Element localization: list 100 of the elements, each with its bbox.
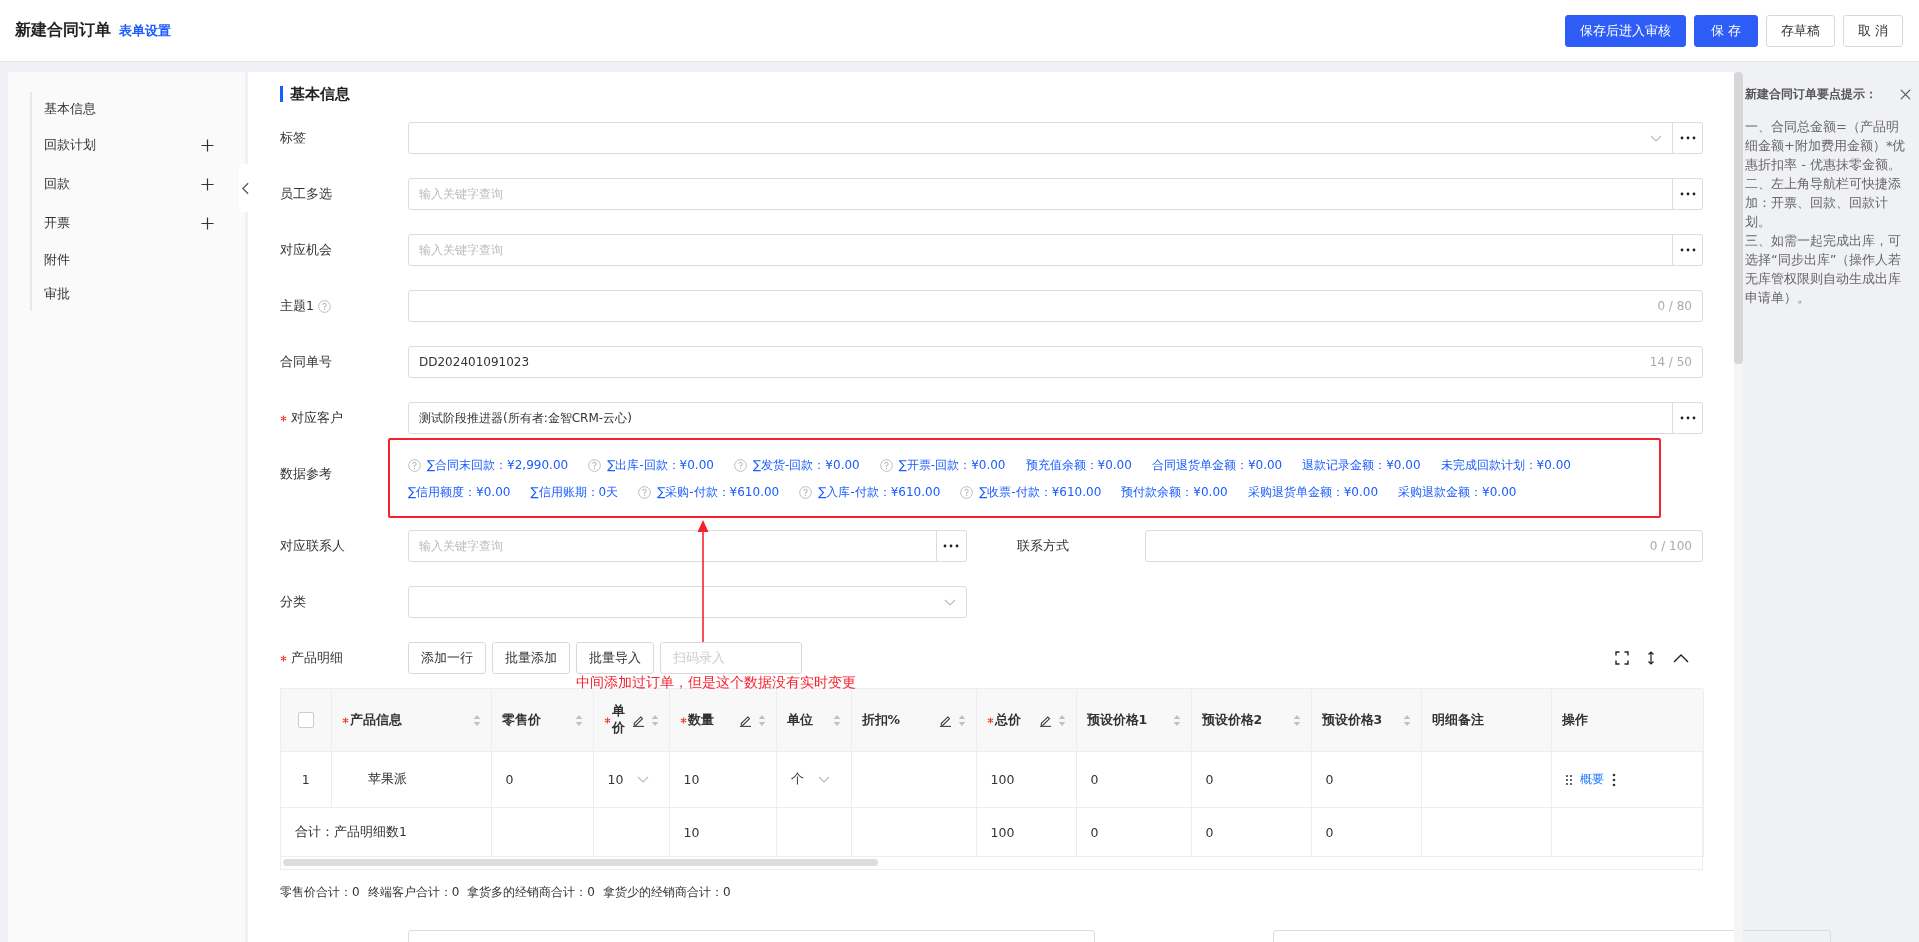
- field-label: 对应机会: [280, 241, 332, 259]
- row-height-icon[interactable]: [1647, 651, 1655, 665]
- column-header: 操作: [1561, 711, 1588, 729]
- summary-total: 终端客户合计：0: [367, 884, 460, 901]
- reference-value: 预付款余额：¥0.00: [1121, 484, 1228, 501]
- toolbar-button[interactable]: 保 存: [1693, 14, 1758, 47]
- nav-item[interactable]: 回款: [44, 176, 70, 193]
- reference-value: ∑信用账期：0天: [530, 484, 619, 501]
- section-title: 基本信息: [280, 86, 1703, 102]
- column-header: 预设价格3: [1321, 711, 1383, 729]
- total-label: 合计：产品明细数1: [295, 823, 407, 839]
- field-label: 联系方式: [1016, 537, 1069, 555]
- more-vertical-icon[interactable]: [1611, 772, 1616, 787]
- table-action-button[interactable]: 批量添加: [492, 642, 570, 674]
- column-header: 总价: [994, 711, 1021, 729]
- more-button[interactable]: [1673, 178, 1703, 210]
- nav-item[interactable]: 开票: [44, 215, 70, 232]
- table-cell: 100: [990, 772, 1015, 787]
- table-cell: 0: [1205, 824, 1214, 840]
- column-header: 预设价格1: [1086, 711, 1148, 729]
- cell-select[interactable]: 10: [607, 772, 655, 787]
- more-button[interactable]: [1673, 234, 1703, 266]
- annotation-text: 中间添加过订单，但是这个数据没有实时变更: [576, 675, 856, 689]
- checkbox[interactable]: [297, 712, 314, 729]
- table-cell: 0: [1325, 824, 1334, 840]
- close-icon[interactable]: [1900, 89, 1911, 100]
- toolbar-button[interactable]: 保存后进入审核: [1564, 14, 1686, 47]
- add-icon[interactable]: [201, 217, 214, 230]
- nav-item[interactable]: 审批: [44, 285, 70, 303]
- add-icon[interactable]: [201, 178, 214, 191]
- select-field[interactable]: [408, 586, 967, 618]
- text-field[interactable]: DD202401091023 14 / 50: [408, 346, 1703, 378]
- scrollbar[interactable]: [1734, 72, 1743, 364]
- sort-icon[interactable]: [832, 713, 841, 727]
- more-icon: [943, 544, 959, 548]
- reference-value: ∑收票-付款：¥610.00: [979, 484, 1102, 501]
- edit-icon[interactable]: [938, 713, 952, 727]
- chevron-down-icon: [1650, 134, 1662, 142]
- add-icon[interactable]: [201, 139, 214, 152]
- character-counter: 0 / 100: [1649, 539, 1692, 553]
- drag-handle-icon[interactable]: [1565, 774, 1572, 785]
- sort-icon[interactable]: [757, 713, 766, 727]
- more-icon: [1679, 136, 1696, 140]
- edit-icon[interactable]: [631, 713, 645, 727]
- sort-icon[interactable]: [472, 713, 481, 727]
- sort-icon[interactable]: [574, 713, 583, 727]
- chevron-down-icon: [637, 776, 650, 783]
- toolbar-button[interactable]: 存草稿: [1765, 14, 1835, 47]
- reference-value: 采购退货单金额：¥0.00: [1247, 484, 1379, 501]
- sort-icon[interactable]: [957, 713, 966, 727]
- sort-icon[interactable]: [650, 713, 659, 727]
- column-header: 单价: [611, 703, 626, 737]
- column-header: 折扣%: [861, 711, 901, 729]
- reference-value: ∑开票-回款：¥0.00: [898, 457, 1006, 474]
- nav-item[interactable]: 附件: [44, 251, 70, 269]
- field-label: 主题1: [280, 297, 314, 315]
- cell-select[interactable]: 个: [790, 771, 837, 788]
- field-label: 合同单号: [280, 353, 332, 371]
- column-header: 明细备注: [1431, 711, 1484, 729]
- sort-icon[interactable]: [1292, 713, 1301, 727]
- fullscreen-icon[interactable]: [1615, 651, 1629, 665]
- sort-icon[interactable]: [1172, 713, 1181, 727]
- more-icon: [1679, 248, 1696, 252]
- column-header: 预设价格2: [1201, 711, 1263, 729]
- character-counter: 14 / 50: [1649, 355, 1692, 369]
- edit-icon[interactable]: [738, 713, 752, 727]
- table-cell: 0: [1205, 772, 1214, 787]
- nav-item[interactable]: 回款计划: [44, 137, 96, 154]
- sort-icon[interactable]: [1057, 713, 1066, 727]
- summary-total: 拿货少的经销商合计：0: [602, 884, 731, 901]
- table-cell: 0: [1325, 772, 1334, 787]
- chevron-left-icon: [242, 181, 249, 195]
- reference-value: 合同退货单金额：¥0.00: [1151, 457, 1283, 474]
- chevron-down-icon: [817, 776, 830, 783]
- toolbar-button[interactable]: 取 消: [1842, 14, 1903, 47]
- more-button[interactable]: [936, 530, 967, 562]
- more-button[interactable]: [1673, 122, 1703, 154]
- collapse-button[interactable]: [239, 164, 252, 212]
- field-label: 分类: [280, 593, 306, 611]
- reference-value: 采购退款金额：¥0.00: [1398, 484, 1517, 501]
- nav-item[interactable]: 基本信息: [44, 100, 96, 118]
- scrollbar[interactable]: [283, 859, 878, 866]
- field-label: 标签: [280, 129, 306, 147]
- reference-value: ∑信用额度：¥0.00: [408, 484, 511, 501]
- more-button[interactable]: [1673, 402, 1703, 434]
- edit-icon[interactable]: [1038, 713, 1052, 727]
- overview-link[interactable]: 概要: [1579, 771, 1604, 788]
- select-field[interactable]: [408, 122, 1673, 154]
- field-label: 产品明细: [291, 649, 343, 667]
- tip-text: 三、如需一起完成出库，可选择“同步出库”（操作人若无库管权限则自动生成出库申请单）。: [1745, 232, 1903, 307]
- field-label: 对应联系人: [280, 537, 345, 555]
- collapse-up-icon[interactable]: [1673, 653, 1689, 663]
- table-action-button[interactable]: 添加一行: [408, 642, 486, 674]
- form-settings-link[interactable]: 表单设置: [119, 22, 171, 40]
- chevron-down-icon: [943, 598, 956, 606]
- sort-icon[interactable]: [1402, 713, 1411, 727]
- table-action-button[interactable]: 批量导入: [576, 642, 654, 674]
- reference-value: 退款记录金额：¥0.00: [1302, 457, 1421, 474]
- table-cell: 10: [683, 824, 700, 840]
- lookup-field[interactable]: 测试阶段推进器(所有者:金智CRM-云心): [408, 402, 1673, 434]
